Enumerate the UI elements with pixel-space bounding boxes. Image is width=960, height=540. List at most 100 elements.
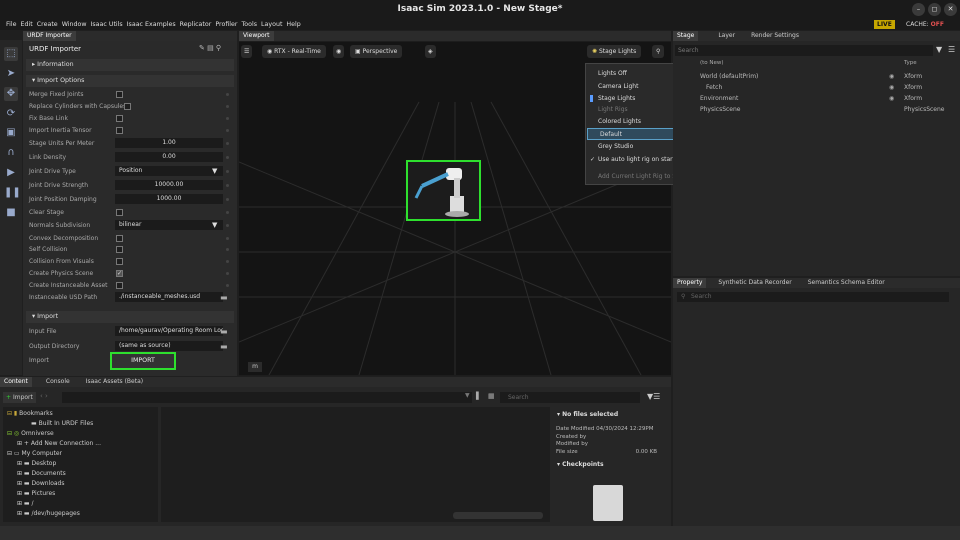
stop-icon[interactable]: ■ xyxy=(4,206,18,220)
tab-property[interactable]: Property xyxy=(673,278,707,288)
visibility-icons[interactable]: ◉ ◉ ◉ xyxy=(889,71,894,104)
replace-cylinders-checkbox[interactable] xyxy=(124,103,131,110)
tab-layer[interactable]: Layer xyxy=(714,31,739,41)
maximize-button[interactable]: ◻ xyxy=(928,3,941,16)
tree-desktop[interactable]: ⊞ ▬ Desktop xyxy=(7,459,101,469)
urdf-header-icons[interactable]: ✎ ▤ ⚲ xyxy=(199,44,221,52)
pause-icon[interactable]: ❚❚ xyxy=(4,186,21,200)
settings-icon[interactable]: ☰ xyxy=(241,45,253,58)
convex-checkbox[interactable] xyxy=(116,235,123,242)
joint-drive-strength-field[interactable]: 10000.00 xyxy=(115,180,223,190)
chevron-down-icon[interactable]: ▼ xyxy=(212,165,217,178)
live-badge[interactable]: LIVE xyxy=(874,20,895,29)
property-search-input[interactable]: Search xyxy=(677,292,949,302)
render-mode-button[interactable]: ◉ RTX - Real-Time xyxy=(262,45,326,58)
tree-downloads[interactable]: ⊞ ▬ Downloads xyxy=(7,479,101,489)
tree-omniverse[interactable]: ⊟ ◎ Omniverse xyxy=(7,429,101,439)
tree-add-connection[interactable]: ⊞ + Add New Connection ... xyxy=(7,439,101,449)
section-import-options[interactable]: ▾ Import Options xyxy=(26,75,234,87)
instanceable-checkbox[interactable] xyxy=(116,282,123,289)
tree-bookmarks[interactable]: ⊟ ▮ Bookmarks xyxy=(7,409,101,419)
stage-units-field[interactable]: 1.00 xyxy=(115,138,223,148)
joint-drive-type-select[interactable]: Position xyxy=(115,166,223,176)
import-button[interactable]: IMPORT xyxy=(110,352,176,370)
path-field[interactable] xyxy=(62,392,472,403)
move-icon[interactable]: ✥ xyxy=(4,87,18,101)
collision-visuals-checkbox[interactable] xyxy=(116,258,123,265)
chevron-down-icon[interactable]: ▼ xyxy=(465,392,470,399)
content-import-button[interactable]: + Import xyxy=(3,392,36,403)
tree-hugepages[interactable]: ⊞ ▬ /dev/hugepages xyxy=(7,509,101,519)
normals-select[interactable]: bilinear xyxy=(115,220,223,230)
menu-isaac-examples[interactable]: Isaac Examples xyxy=(125,19,178,30)
minimize-button[interactable]: – xyxy=(912,3,925,16)
menu-replicator[interactable]: Replicator xyxy=(178,19,214,30)
file-grid[interactable] xyxy=(161,407,550,522)
snap-icon[interactable]: ∩ xyxy=(4,146,18,160)
tree-row-environment[interactable]: Environment xyxy=(700,93,758,104)
menu-isaac-utils[interactable]: Isaac Utils xyxy=(89,19,125,30)
tab-content[interactable]: Content xyxy=(0,377,32,387)
menu-create[interactable]: Create xyxy=(35,19,60,30)
select-icon[interactable]: ⬚ xyxy=(4,47,18,61)
menu-layout[interactable]: Layout xyxy=(259,19,284,30)
tab-console[interactable]: Console xyxy=(42,377,74,387)
checkpoints-header[interactable]: ▾ Checkpoints xyxy=(557,461,604,468)
tree-row-fetch[interactable]: Fetch xyxy=(700,82,758,93)
unit-indicator[interactable]: m xyxy=(248,362,262,372)
grid-icon[interactable]: ▦ xyxy=(488,392,495,400)
tab-stage[interactable]: Stage xyxy=(673,31,699,41)
filter-icon[interactable]: ▼☰ xyxy=(647,392,660,401)
filter-icon[interactable]: ▼ xyxy=(936,45,942,54)
tree-my-computer[interactable]: ⊟ ▭ My Computer xyxy=(7,449,101,459)
menu-icon[interactable]: ☰ xyxy=(948,45,955,54)
tab-semantics[interactable]: Semantics Schema Editor xyxy=(804,278,889,288)
nav-arrows[interactable]: ‹ › xyxy=(40,392,48,400)
menu-window[interactable]: Window xyxy=(60,19,89,30)
tab-viewport[interactable]: Viewport xyxy=(239,31,274,41)
stage-lights-button[interactable]: ✺ Stage Lights xyxy=(587,45,642,58)
camera-button[interactable]: ▣ Perspective xyxy=(350,45,403,58)
self-collision-checkbox[interactable] xyxy=(116,246,123,253)
tree-row-physics[interactable]: PhysicsScene xyxy=(700,104,758,115)
chevron-down-icon[interactable]: ▼ xyxy=(212,219,217,232)
fix-base-link-checkbox[interactable] xyxy=(116,115,123,122)
input-file-field[interactable]: /home/gaurav/Operating Room Logs xyxy=(115,326,223,336)
menu-edit[interactable]: Edit xyxy=(19,19,35,30)
section-import[interactable]: ▾ Import xyxy=(26,311,234,323)
content-search-input[interactable]: Search xyxy=(500,392,640,403)
robot-preview[interactable] xyxy=(406,160,481,221)
tree-root[interactable]: ⊞ ▬ / xyxy=(7,499,101,509)
tree-pictures[interactable]: ⊞ ▬ Pictures xyxy=(7,489,101,499)
section-information[interactable]: ▸ Information xyxy=(26,59,234,71)
folder-icon[interactable]: ▬ xyxy=(220,291,228,304)
joint-damping-field[interactable]: 1000.00 xyxy=(115,194,223,204)
location-pin-icon[interactable]: ⚲ xyxy=(652,45,665,58)
tab-synthetic-data[interactable]: Synthetic Data Recorder xyxy=(714,278,795,288)
close-button[interactable]: ✕ xyxy=(944,3,957,16)
link-density-field[interactable]: 0.00 xyxy=(115,152,223,162)
scale-icon[interactable]: ▣ xyxy=(4,126,18,140)
import-inertia-checkbox[interactable] xyxy=(116,127,123,134)
output-dir-field[interactable]: (same as source) xyxy=(115,341,223,351)
visibility-icon[interactable]: ◉ xyxy=(333,45,345,58)
audio-icon[interactable]: ◈ xyxy=(425,45,436,58)
tab-render-settings[interactable]: Render Settings xyxy=(747,31,803,41)
tree-built-in[interactable]: ▬ Built In URDF Files xyxy=(7,419,101,429)
merge-fixed-joints-checkbox[interactable] xyxy=(116,91,123,98)
instanceable-path-field[interactable]: ./instanceable_meshes.usd xyxy=(115,292,223,302)
rotate-icon[interactable]: ⟳ xyxy=(4,107,18,121)
play-icon[interactable]: ▶ xyxy=(4,166,18,180)
tab-isaac-assets[interactable]: Isaac Assets (Beta) xyxy=(82,377,147,387)
clear-stage-checkbox[interactable] xyxy=(116,209,123,216)
stage-search-input[interactable]: Search xyxy=(675,45,933,56)
folder-icon[interactable]: ▬ xyxy=(220,325,228,338)
zoom-slider[interactable] xyxy=(453,512,543,519)
tree-row-world[interactable]: World (defaultPrim) xyxy=(700,71,758,82)
pointer-icon[interactable]: ➤ xyxy=(4,67,18,81)
folder-icon[interactable]: ▬ xyxy=(220,340,228,353)
menu-tools[interactable]: Tools xyxy=(240,19,260,30)
tree-documents[interactable]: ⊞ ▬ Documents xyxy=(7,469,101,479)
physics-scene-checkbox[interactable]: ✓ xyxy=(116,270,123,277)
bookmark-icon[interactable]: ▌ xyxy=(476,392,481,400)
